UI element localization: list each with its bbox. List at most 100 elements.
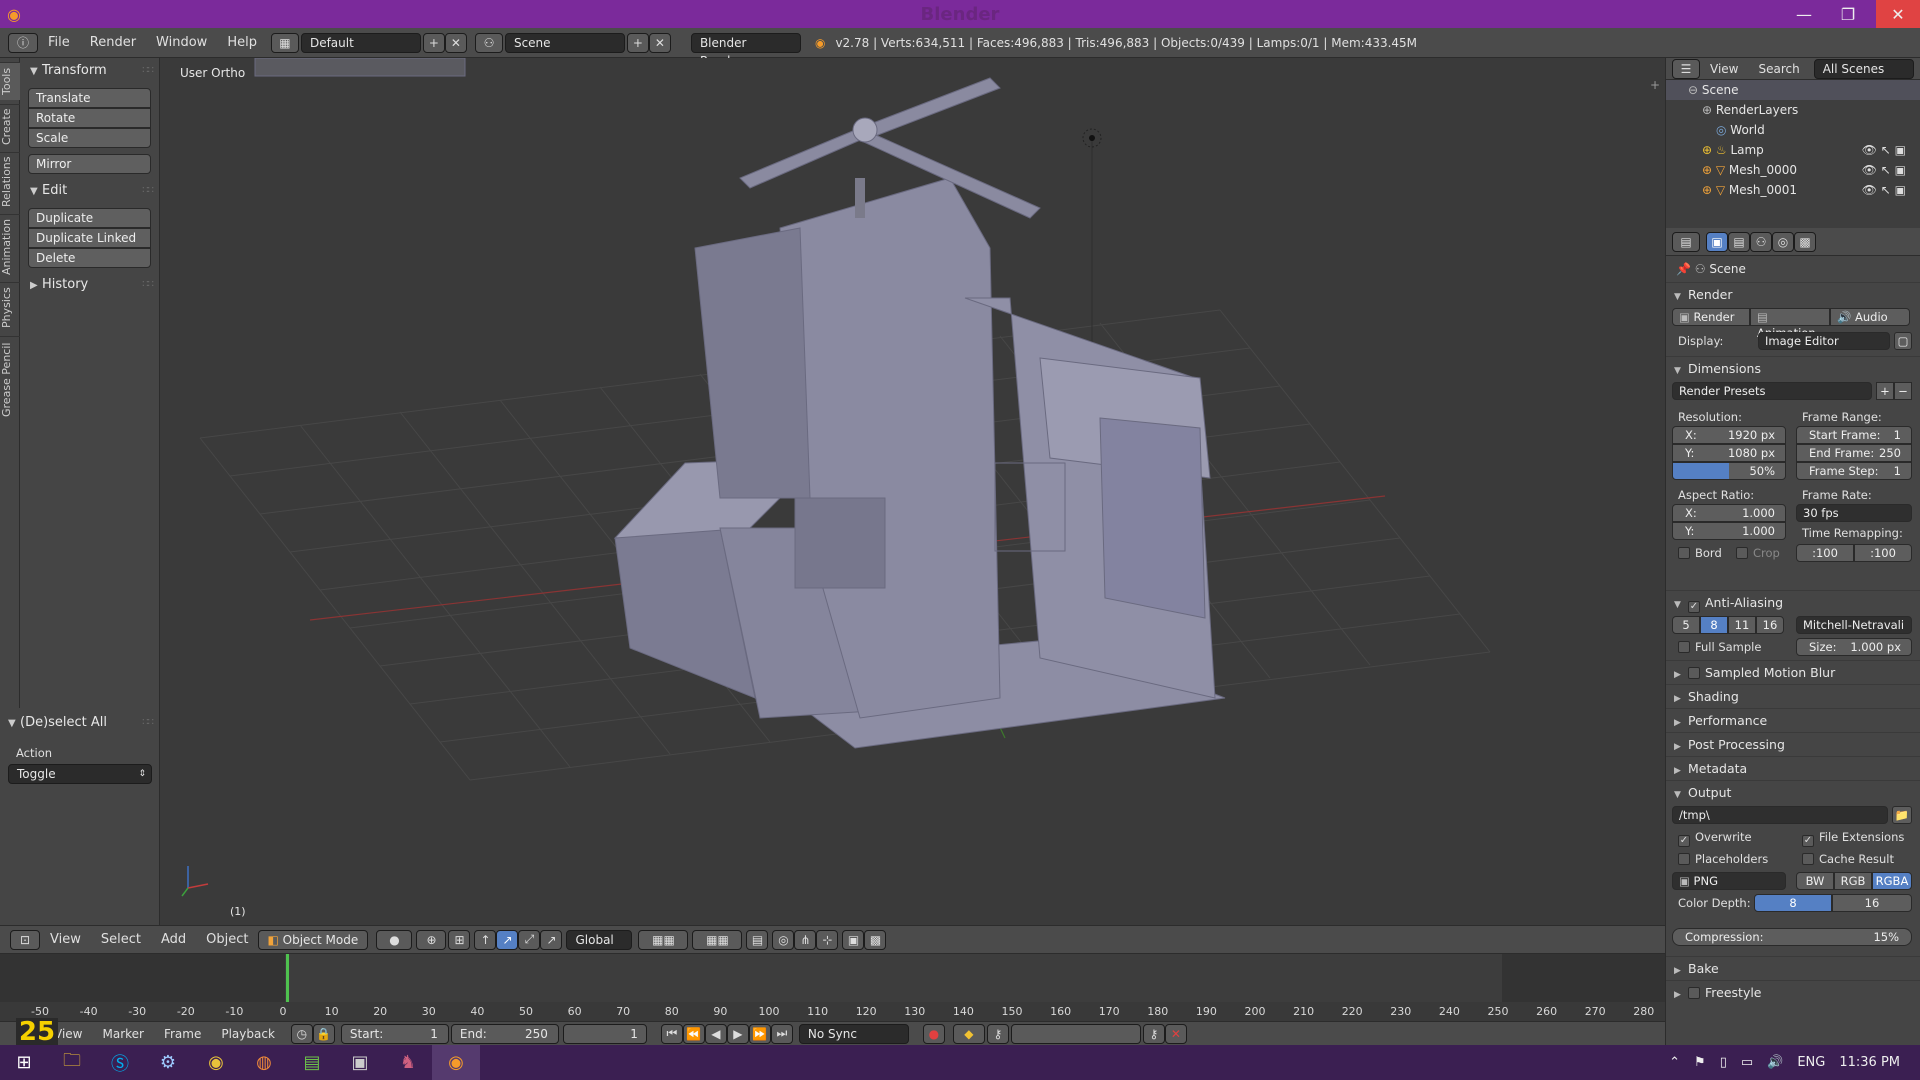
game-icon[interactable]: ♞ [384,1045,432,1080]
scale-manipulator-icon[interactable]: ⤢ [518,929,541,950]
render-engine-selector[interactable]: Blender Render [690,32,801,68]
menu-render[interactable]: Render [80,28,146,58]
aspect-x-field[interactable]: X: 1.000 [1672,504,1786,522]
keying-set-icon[interactable]: ⚷ [986,1023,1009,1044]
translate-manipulator-icon[interactable]: ↑ [474,929,497,950]
menu-view[interactable]: View [40,925,91,955]
layout-selector[interactable]: Default [300,32,421,53]
bake-panel-header[interactable]: ▶ Bake [1666,956,1920,980]
tab-grease-pencil[interactable]: Grease Pencil [0,336,20,422]
border-checkbox[interactable]: Bord [1678,546,1722,560]
tray-arrow-icon[interactable]: ⌃ [1669,1055,1680,1070]
keyframe-type-icon[interactable]: ◆ [952,1023,985,1044]
menu-help[interactable]: Help [217,28,267,58]
aa-size-field[interactable]: Size: 1.000 px [1796,638,1912,656]
color-depth-8[interactable]: 8 [1754,894,1832,912]
tab-tools[interactable]: Tools [0,62,20,100]
scene-context-icon[interactable]: ⚇ [1750,231,1772,252]
shading-panel-header[interactable]: ▶ Shading [1666,684,1920,708]
aspect-y-field[interactable]: Y: 1.000 [1672,522,1786,540]
operator-title[interactable]: ▼ (De)select All ∷∷ [0,712,159,734]
tab-create[interactable]: Create [0,104,20,148]
freestyle-panel-header[interactable]: ▶ Freestyle [1666,980,1920,1004]
object-context-icon[interactable]: ▩ [1794,231,1816,252]
frame-step-prop[interactable]: Frame Step: 1 [1796,462,1912,480]
render-panel-header[interactable]: ▼ Render [1666,282,1920,306]
tray-battery-icon[interactable]: ▯ [1720,1055,1727,1070]
insert-key-icon[interactable]: ⚷ [1142,1023,1165,1044]
remove-preset-icon[interactable]: − [1894,382,1912,400]
layout-icon[interactable]: ▦ [270,32,299,53]
playhead[interactable] [286,954,289,1002]
display-options-icon[interactable]: ▢ [1894,332,1912,350]
current-frame-field[interactable]: 1 [562,1023,647,1044]
translate-button[interactable]: Translate [28,88,151,108]
rotate-manipulator-icon[interactable]: ↗ [496,929,519,950]
frame-rate-selector[interactable]: 30 fps [1796,504,1912,522]
remove-scene-icon[interactable]: ✕ [648,32,671,53]
preview-range-icon[interactable]: ◷ [290,1023,313,1044]
delete-button[interactable]: Delete [28,248,151,268]
menu-file[interactable]: File [38,28,80,58]
render-context-icon[interactable]: ▣ [1706,231,1728,252]
aa-samples-11[interactable]: 11 [1728,616,1756,634]
blender-taskbar-icon[interactable]: ◉ [432,1045,480,1080]
tray-network-icon[interactable]: ⚑ [1694,1055,1706,1070]
file-format-selector[interactable]: ▣ PNG [1672,872,1786,890]
color-depth-16[interactable]: 16 [1832,894,1912,912]
rotate-button[interactable]: Rotate [28,108,151,128]
placeholders-checkbox[interactable]: Placeholders [1678,852,1768,866]
add-layout-icon[interactable]: + [422,32,445,53]
post-processing-panel-header[interactable]: ▶ Post Processing [1666,732,1920,756]
history-panel-header[interactable]: ▶ History ∷∷ [20,274,159,296]
jump-key-forward-icon[interactable]: ⏩ [748,1023,771,1044]
duplicate-linked-button[interactable]: Duplicate Linked [28,228,151,248]
scene-selector[interactable]: Scene [504,32,625,53]
output-path-field[interactable]: /tmp\ [1672,806,1888,824]
snap-icon[interactable]: ⋔ [794,929,817,950]
color-rgb-button[interactable]: RGB [1834,872,1872,890]
time-remap-old-field[interactable]: :100 [1796,544,1854,562]
chrome-icon[interactable]: ◉ [192,1045,240,1080]
sync-selector[interactable]: No Sync [798,1023,909,1044]
render-layer-icon[interactable]: ▤ [746,929,769,950]
outliner-row-scene[interactable]: ⊖ Scene [1666,80,1920,100]
crop-checkbox[interactable]: Crop [1736,546,1780,560]
record-icon[interactable]: ● [922,1023,945,1044]
tray-display-icon[interactable]: ▭ [1741,1055,1753,1070]
render-preview-icon[interactable]: ▣ [842,929,865,950]
ortho-icon[interactable]: ↗ [540,929,563,950]
browse-folder-icon[interactable]: 📁 [1892,806,1912,824]
viewport-plus-icon[interactable]: + [1650,78,1660,92]
jump-end-icon[interactable]: ⏭ [770,1023,793,1044]
firefox-icon[interactable]: ◍ [240,1045,288,1080]
animation-button[interactable]: ▤ Animation [1750,308,1830,340]
editor-type-properties-icon[interactable]: ▤ [1672,231,1700,252]
lock-icon[interactable]: 🔒 [312,1023,335,1044]
tab-physics[interactable]: Physics [0,282,20,332]
clock[interactable]: 11:36 PM [1839,1055,1900,1070]
minimize-button[interactable]: — [1782,0,1826,28]
aa-filter-selector[interactable]: Mitchell-Netravali [1796,616,1912,634]
pivot-icon[interactable]: ⊕ [416,929,447,950]
keying-set-field[interactable] [1010,1023,1141,1044]
remove-layout-icon[interactable]: ✕ [444,32,467,53]
timeline[interactable]: -50 -40 -30 -20 -10 0 10 20 30 40 50 60 70 80 90 100 110… [0,953,1665,1022]
play-reverse-icon[interactable]: ◀ [704,1023,727,1044]
timeline-menu-marker[interactable]: Marker [92,1019,153,1049]
menu-select[interactable]: Select [91,925,151,955]
language-indicator[interactable]: ENG [1797,1055,1825,1070]
menu-window[interactable]: Window [146,28,217,58]
tray-volume-icon[interactable]: 🔊 [1767,1055,1783,1070]
metadata-panel-header[interactable]: ▶ Metadata [1666,756,1920,780]
mode-selector[interactable]: ◧ Object Mode [258,929,369,950]
outliner-row-mesh-0001[interactable]: ⊕ ▽ Mesh_0001 👁 ↖ ▣ [1666,180,1920,200]
outliner-row-world[interactable]: ◎ World [1666,120,1920,140]
start-frame-field[interactable]: Start: 1 [340,1023,449,1044]
editor-type-info-icon[interactable]: ⓘ [8,32,38,53]
opengl-render-icon[interactable]: ▩ [864,929,887,950]
editor-type-outliner-icon[interactable]: ☰ [1672,58,1700,79]
start-menu-icon[interactable]: ⊞ [0,1045,48,1080]
skype-icon[interactable]: Ⓢ [96,1045,144,1080]
time-remap-new-field[interactable]: :100 [1854,544,1912,562]
